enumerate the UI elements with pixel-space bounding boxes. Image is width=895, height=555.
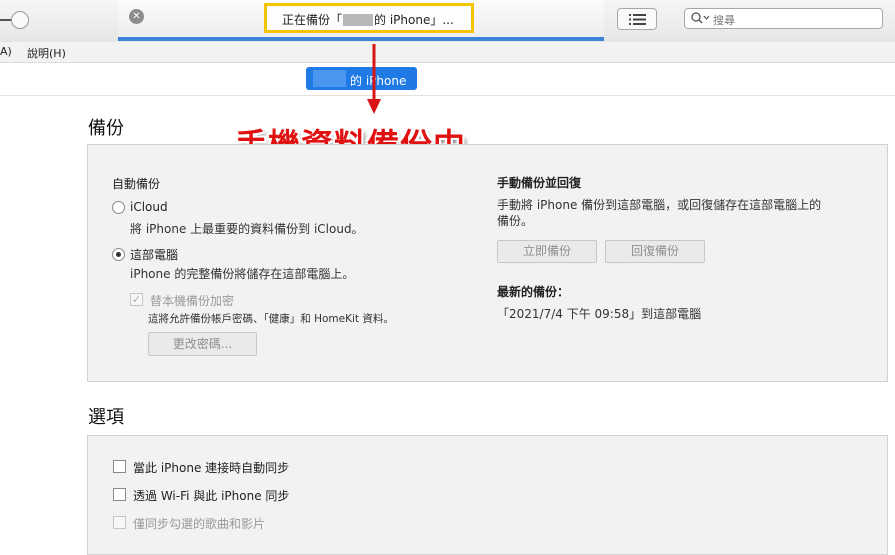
wifi-sync-label[interactable]: 透過 Wi-Fi 與此 iPhone 同步 xyxy=(133,487,289,504)
redacted-device-name xyxy=(313,70,346,87)
backup-progress-bar xyxy=(118,37,604,41)
encrypt-label: 替本機備份加密 xyxy=(150,294,235,308)
this-computer-label[interactable]: 這部電腦 xyxy=(130,246,178,263)
backup-section-title: 備份 xyxy=(88,118,124,139)
list-view-button[interactable] xyxy=(617,8,657,30)
manual-backup-desc-line1: 手動將 iPhone 備份到這部電腦，或回復儲存在這部電腦上的 xyxy=(497,198,822,212)
cancel-sync-icon[interactable]: ✕ xyxy=(129,9,144,24)
redacted-name xyxy=(343,13,374,26)
backup-now-button[interactable]: 立即備份 xyxy=(497,240,597,263)
menu-item-partial[interactable]: A) xyxy=(0,45,12,58)
change-password-button[interactable]: 更改密碼... xyxy=(148,332,257,356)
list-icon xyxy=(629,14,646,25)
status-text: 正在備份「 的 iPhone」... xyxy=(282,11,454,28)
divider xyxy=(0,95,895,96)
manual-backup-heading: 手動備份並回復 xyxy=(497,176,582,190)
options-section-title: 選項 xyxy=(88,407,124,428)
checked-only-label: 僅同步勾選的歌曲和影片 xyxy=(133,517,266,531)
auto-sync-checkbox[interactable] xyxy=(113,460,126,473)
icloud-description: 將 iPhone 上最重要的資料備份到 iCloud。 xyxy=(130,222,364,236)
search-placeholder: 搜尋 xyxy=(713,14,735,27)
encrypt-checkbox[interactable]: ✓ xyxy=(130,293,143,306)
menu-bar xyxy=(0,42,895,63)
auto-backup-heading: 自動備份 xyxy=(112,177,161,191)
this-computer-description: iPhone 的完整備份將儲存在這部電腦上。 xyxy=(130,267,355,281)
restore-backup-button[interactable]: 回復備份 xyxy=(605,240,705,263)
volume-slider-knob[interactable] xyxy=(11,11,29,29)
icloud-radio[interactable] xyxy=(112,201,125,214)
search-icon xyxy=(691,12,710,24)
status-suffix: 的 iPhone」... xyxy=(374,13,454,27)
latest-backup-heading: 最新的備份： xyxy=(497,285,570,299)
latest-backup-value: 「2021/7/4 下午 09:58」到這部電腦 xyxy=(497,307,702,321)
annotation-arrow-icon xyxy=(367,44,381,114)
auto-sync-label[interactable]: 當此 iPhone 連接時自動同步 xyxy=(133,459,289,476)
status-prefix: 正在備份「 xyxy=(282,13,343,27)
encrypt-description: 這將允許備份帳戶密碼、「健康」和 HomeKit 資料。 xyxy=(148,313,394,325)
checked-only-checkbox[interactable] xyxy=(113,516,126,529)
wifi-sync-checkbox[interactable] xyxy=(113,488,126,501)
manual-backup-desc-line2: 備份。 xyxy=(497,214,534,228)
this-computer-radio[interactable] xyxy=(112,248,125,261)
icloud-label[interactable]: iCloud xyxy=(130,200,168,214)
menu-item-help[interactable]: 說明(H) xyxy=(27,45,66,61)
